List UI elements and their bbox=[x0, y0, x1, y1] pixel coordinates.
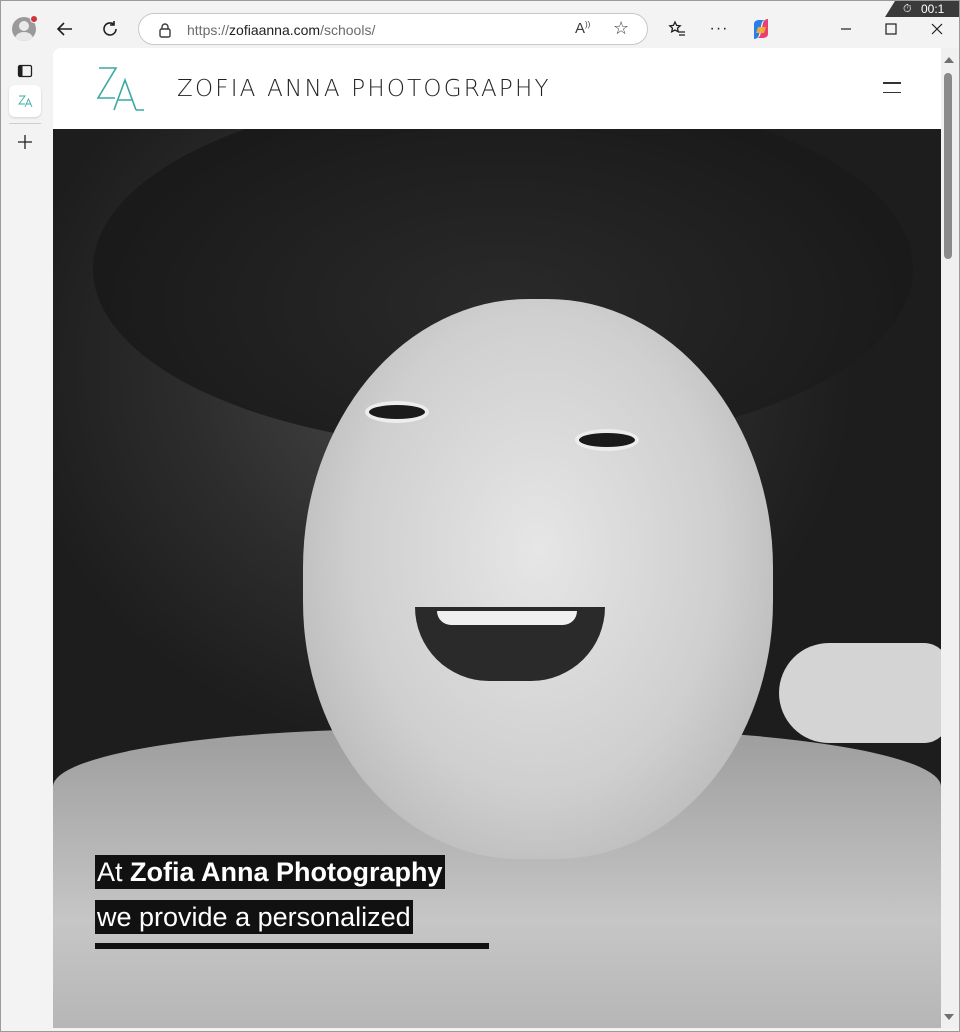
url-path: /schools/ bbox=[320, 22, 376, 38]
new-tab-button[interactable] bbox=[9, 126, 41, 158]
close-button[interactable] bbox=[921, 13, 953, 45]
caption-line-3-partial bbox=[95, 943, 489, 949]
ellipsis-icon: ··· bbox=[709, 20, 729, 37]
copilot-button[interactable] bbox=[745, 13, 777, 45]
lock-icon[interactable] bbox=[157, 22, 173, 38]
favorites-button[interactable] bbox=[661, 13, 693, 45]
site-header: ZOFIA ANNA PHOTOGRAPHY bbox=[53, 48, 941, 129]
url-domain: zofiaanna.com bbox=[229, 22, 321, 38]
caption-prefix: At bbox=[97, 857, 131, 887]
scroll-up-arrow-icon[interactable] bbox=[944, 57, 954, 63]
read-aloud-icon[interactable]: A)) bbox=[575, 20, 590, 37]
notification-dot bbox=[30, 15, 38, 23]
site-favicon-icon bbox=[18, 95, 33, 108]
tab-actions-icon bbox=[17, 64, 33, 78]
hero-caption: At Zofia Anna Photography we provide a p… bbox=[95, 855, 489, 949]
scroll-thumb[interactable] bbox=[944, 73, 952, 259]
za-logo-icon[interactable] bbox=[95, 62, 147, 114]
copilot-icon bbox=[754, 19, 768, 39]
caption-brand: Zofia Anna Photography bbox=[130, 857, 443, 887]
refresh-button[interactable] bbox=[94, 13, 126, 45]
timer-text: 00:1 bbox=[921, 2, 945, 16]
maximize-button[interactable] bbox=[875, 13, 907, 45]
photo-face bbox=[303, 299, 773, 859]
scroll-down-arrow-icon[interactable] bbox=[944, 1014, 954, 1020]
menu-line-icon bbox=[883, 82, 901, 84]
hamburger-menu-button[interactable] bbox=[883, 82, 901, 94]
back-arrow-icon bbox=[56, 22, 72, 36]
caption-line-2: we provide a personalized bbox=[95, 900, 413, 934]
maximize-icon bbox=[885, 23, 897, 35]
address-bar[interactable]: https://zofiaanna.com/schools/ A)) ☆ bbox=[138, 13, 648, 45]
favorite-star-icon[interactable]: ☆ bbox=[613, 18, 629, 39]
tab-actions-button[interactable] bbox=[9, 55, 41, 87]
menu-line-icon bbox=[883, 91, 901, 94]
plus-icon bbox=[18, 135, 32, 149]
browser-window: https://zofiaanna.com/schools/ A)) ☆ ··· bbox=[0, 0, 960, 1032]
page-scrollbar[interactable] bbox=[941, 48, 959, 1028]
site-title[interactable]: ZOFIA ANNA PHOTOGRAPHY bbox=[177, 76, 551, 102]
close-icon bbox=[931, 23, 943, 35]
photo-eye-right bbox=[575, 429, 639, 451]
rail-divider bbox=[9, 123, 41, 124]
vertical-tab-rail bbox=[1, 55, 49, 1031]
web-page: ZOFIA ANNA PHOTOGRAPHY At Zofia Anna Pho… bbox=[53, 48, 941, 1028]
back-button[interactable] bbox=[49, 13, 81, 45]
photo-hand bbox=[779, 643, 941, 743]
favorites-list-icon bbox=[668, 20, 685, 36]
url-text[interactable]: https://zofiaanna.com/schools/ bbox=[187, 22, 375, 38]
minimize-icon bbox=[841, 28, 851, 30]
url-prefix: https:// bbox=[187, 22, 230, 38]
system-timer-badge: ⏱ 00:1 bbox=[885, 1, 959, 17]
stopwatch-icon: ⏱ bbox=[903, 3, 912, 15]
photo-teeth bbox=[437, 611, 577, 625]
more-options-button[interactable]: ··· bbox=[703, 13, 735, 45]
caption-line-1: At Zofia Anna Photography bbox=[95, 855, 445, 889]
photo-eye-left bbox=[365, 401, 429, 423]
minimize-button[interactable] bbox=[830, 13, 862, 45]
refresh-icon bbox=[103, 21, 117, 36]
tab-zofia-anna[interactable] bbox=[9, 85, 41, 117]
